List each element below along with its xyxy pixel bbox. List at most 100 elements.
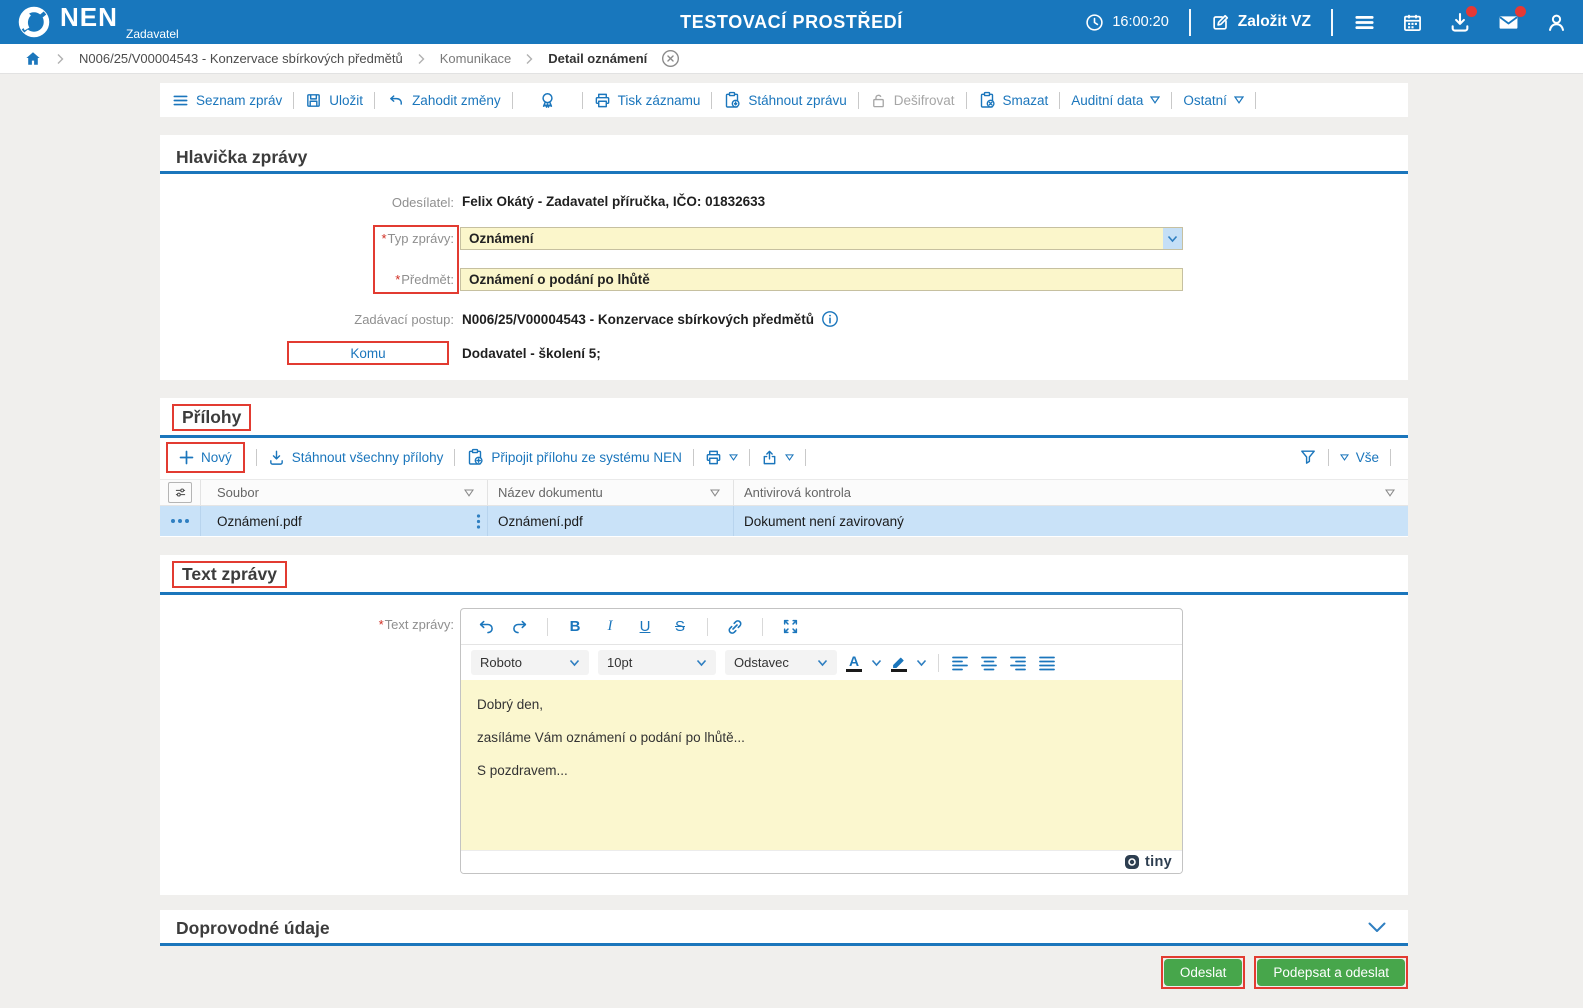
chevron-down-icon — [1233, 96, 1244, 104]
bold-button[interactable]: B — [565, 618, 585, 635]
fullscreen-button[interactable] — [780, 618, 800, 635]
column-header-nazev[interactable]: Název dokumentu — [487, 480, 733, 505]
nen-logo-icon — [18, 6, 50, 38]
undo-button[interactable] — [475, 618, 495, 636]
align-right-button[interactable] — [1008, 655, 1028, 671]
procedure-value: N006/25/V00004543 - Konzervace sbírkovýc… — [462, 310, 839, 328]
undo-icon — [390, 94, 403, 105]
toolbar-divider — [454, 448, 456, 466]
column-settings-button[interactable] — [168, 482, 192, 503]
attachments-toolbar: Nový Stáhnout všechny přílohy Připojit p… — [160, 439, 1408, 475]
other-menu[interactable]: Ostatní — [1183, 93, 1244, 108]
align-center-icon — [981, 656, 997, 670]
create-vz-button[interactable]: Založit VZ — [1211, 13, 1311, 32]
header-divider — [1188, 8, 1191, 36]
align-justify-button[interactable] — [1037, 655, 1057, 671]
table-row[interactable]: Oznámení.pdf Oznámení.pdf Dokument není … — [160, 506, 1408, 536]
cell-nazev: Oznámení.pdf — [487, 506, 733, 536]
message-type-select[interactable]: Oznámení — [460, 227, 1183, 250]
recipients-button[interactable]: Komu — [287, 341, 449, 365]
column-filter-icon[interactable] — [1385, 488, 1395, 497]
audit-data-menu[interactable]: Auditní data — [1071, 93, 1161, 108]
strikethrough-button[interactable]: S — [670, 618, 690, 635]
redo-icon — [512, 620, 526, 633]
highlight-menu-chevron[interactable] — [916, 659, 927, 667]
menu-icon[interactable] — [1353, 11, 1376, 34]
link-button[interactable] — [725, 618, 745, 636]
toolbar-divider — [804, 448, 806, 466]
toolbar-divider — [692, 448, 694, 466]
breadcrumb-item-komunikace[interactable]: Komunikace — [440, 51, 512, 66]
section-rule — [160, 592, 1408, 595]
save-button[interactable]: Uložit — [305, 92, 363, 109]
seal-icon — [541, 92, 553, 108]
font-size-select[interactable]: 10pt — [598, 650, 716, 675]
decrypt-button[interactable]: Dešifrovat — [870, 92, 955, 109]
highlight-color-button[interactable] — [891, 654, 907, 672]
chevron-down-icon — [784, 453, 794, 461]
toolbar-divider — [711, 91, 713, 109]
calendar-icon[interactable] — [1402, 12, 1423, 33]
export-attachments-menu[interactable] — [761, 449, 794, 466]
funnel-icon[interactable] — [1299, 448, 1317, 466]
toolbar-divider — [1171, 91, 1173, 109]
downloads-button[interactable] — [1449, 6, 1477, 33]
editor-content-area[interactable]: Dobrý den, zasíláme Vám oznámení o podán… — [461, 680, 1182, 850]
block-format-select[interactable]: Odstavec — [725, 650, 837, 675]
download-message-button[interactable]: Stáhnout zprávu — [723, 91, 847, 109]
align-center-button[interactable] — [979, 655, 999, 671]
messages-button[interactable] — [1497, 5, 1526, 34]
info-icon[interactable] — [821, 310, 839, 328]
seal-button[interactable] — [538, 91, 557, 110]
print-attachments-menu[interactable] — [705, 449, 738, 466]
align-left-button[interactable] — [950, 655, 970, 671]
font-family-select[interactable]: Roboto — [471, 650, 589, 675]
drag-handle-icon[interactable] — [475, 513, 482, 530]
editor-paragraph: S pozdravem... — [477, 762, 568, 778]
row-dots-icon — [171, 519, 189, 523]
expand-section-chevron-icon[interactable] — [1366, 919, 1388, 937]
subject-input[interactable]: Oznámení o podání po lhůtě — [460, 268, 1183, 291]
column-filter-icon[interactable] — [464, 488, 474, 497]
redo-button[interactable] — [510, 618, 530, 636]
new-attachment-button[interactable]: Nový — [166, 441, 245, 473]
filter-all-menu[interactable]: Vše — [1339, 450, 1379, 465]
text-color-button[interactable]: A — [846, 654, 862, 672]
home-icon[interactable] — [24, 50, 42, 68]
chevron-down-icon — [817, 659, 828, 666]
section-title: Hlavička zprávy — [176, 147, 308, 167]
column-header-soubor[interactable]: Soubor — [200, 480, 487, 505]
download-all-attachments-button[interactable]: Stáhnout všechny přílohy — [268, 449, 443, 466]
close-tab-icon[interactable] — [661, 49, 680, 68]
underline-button[interactable]: U — [635, 618, 655, 635]
discard-changes-button[interactable]: Zahodit změny — [386, 92, 501, 109]
link-icon — [728, 619, 742, 634]
send-button[interactable]: Odeslat — [1163, 959, 1243, 986]
select-chevron[interactable] — [1163, 228, 1182, 249]
additional-data-section: Doprovodné údaje — [160, 910, 1408, 946]
user-icon[interactable] — [1546, 12, 1567, 33]
column-header-antivir[interactable]: Antivirová kontrola — [733, 480, 1408, 505]
highlight-color-swatch — [891, 668, 907, 672]
tiny-logo-icon — [1125, 855, 1140, 869]
section-rule — [160, 943, 1408, 946]
brand-role: Zadavatel — [126, 26, 179, 41]
delete-button[interactable]: Smazat — [978, 91, 1048, 109]
top-header-bar: NEN Zadavatel TESTOVACÍ PROSTŘEDÍ 16:00:… — [0, 0, 1583, 44]
text-color-menu-chevron[interactable] — [871, 659, 882, 667]
sign-and-send-button[interactable]: Podepsat a odeslat — [1257, 959, 1405, 986]
column-filter-icon[interactable] — [710, 488, 720, 497]
message-list-button[interactable]: Seznam zpráv — [172, 92, 282, 109]
italic-button[interactable]: I — [600, 618, 620, 635]
row-menu-button[interactable] — [160, 516, 200, 526]
print-record-button[interactable]: Tisk záznamu — [594, 92, 700, 109]
record-toolbar: Seznam zpráv Uložit Zahodit změny Tisk z… — [160, 83, 1408, 117]
chevron-down-icon — [1339, 453, 1349, 461]
section-title: Doprovodné údaje — [176, 918, 330, 938]
breadcrumb-item-procedure[interactable]: N006/25/V00004543 - Konzervace sbírkovýc… — [79, 51, 403, 66]
clipboard-attach-icon — [469, 448, 483, 465]
attach-from-nen-button[interactable]: Připojit přílohu ze systému NEN — [466, 448, 682, 466]
downloads-badge — [1466, 6, 1477, 17]
sender-label: Odesílatel: — [391, 195, 454, 210]
editor-paragraph: zasíláme Vám oznámení o podání po lhůtě.… — [477, 729, 745, 745]
